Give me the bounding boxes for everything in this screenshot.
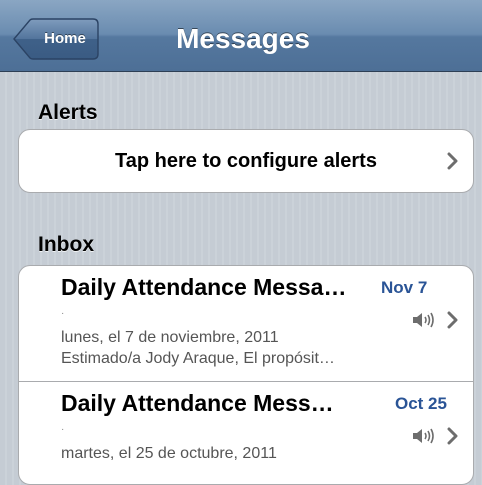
message-unread-dot: · bbox=[61, 424, 65, 435]
message-row[interactable]: Daily Attendance Messa… Nov 7 · lunes, e… bbox=[19, 266, 473, 381]
configure-alerts-label: Tap here to configure alerts bbox=[115, 150, 377, 172]
message-row[interactable]: Daily Attendance Mess… Oct 25 · martes, … bbox=[19, 381, 473, 484]
chevron-right-icon bbox=[447, 152, 458, 170]
inbox-section-header: Inbox bbox=[38, 233, 94, 256]
speaker-icon bbox=[413, 312, 434, 328]
message-preview-line1: lunes, el 7 de noviembre, 2011 bbox=[61, 329, 279, 346]
alerts-section-header: Alerts bbox=[38, 101, 98, 124]
chevron-right-icon bbox=[447, 311, 458, 329]
message-preview-line1: martes, el 25 de octubre, 2011 bbox=[61, 445, 277, 462]
message-date: Nov 7 bbox=[381, 278, 428, 297]
message-unread-dot: · bbox=[61, 308, 65, 319]
message-title: Daily Attendance Mess… bbox=[61, 390, 334, 416]
message-title: Daily Attendance Messa… bbox=[61, 274, 347, 300]
message-date: Oct 25 bbox=[395, 394, 447, 413]
configure-alerts-cell[interactable]: Tap here to configure alerts bbox=[18, 129, 474, 193]
speaker-icon bbox=[413, 428, 434, 444]
message-preview-line2: Estimado/a Jody Araque, El propósit… bbox=[61, 350, 335, 367]
chevron-right-icon bbox=[447, 427, 458, 445]
page-title: Messages bbox=[176, 23, 310, 54]
inbox-list: Daily Attendance Messa… Nov 7 · lunes, e… bbox=[18, 265, 474, 485]
navigation-bar: Home Messages bbox=[0, 0, 482, 72]
